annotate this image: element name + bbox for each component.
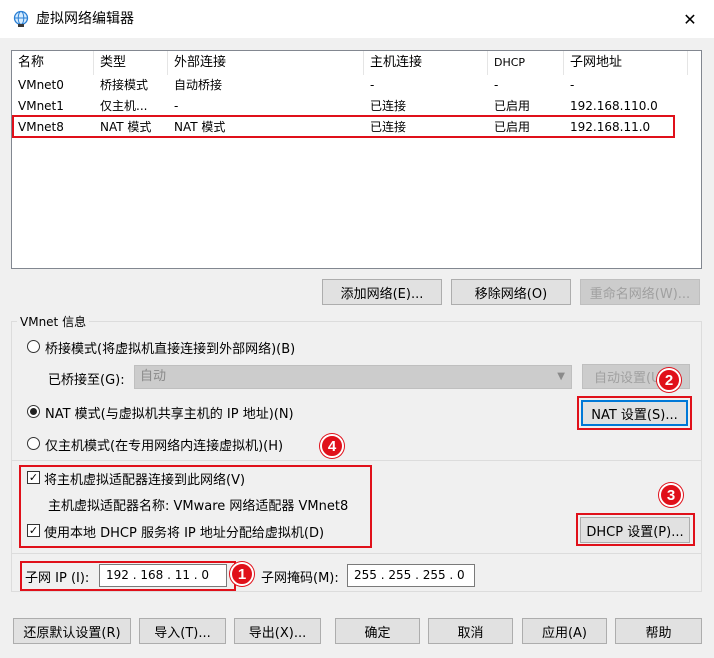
column-header-host[interactable]: 主机连接 <box>364 51 488 75</box>
cell-type: 仅主机... <box>100 99 148 113</box>
cell-external: 自动桥接 <box>174 78 223 92</box>
rename-network-button[interactable]: 重命名网络(W)... <box>580 279 700 305</box>
cell-dhcp: - <box>494 78 499 92</box>
nat-settings-button[interactable]: NAT 设置(S)... <box>581 400 688 426</box>
cell-host: - <box>370 78 375 92</box>
check-icon: ✓ <box>28 524 39 537</box>
column-header-subnet[interactable]: 子网地址 <box>564 51 688 75</box>
restore-defaults-button[interactable]: 还原默认设置(R) <box>13 618 131 644</box>
check-icon: ✓ <box>28 471 39 484</box>
host-only-label: 仅主机模式(在专用网络内连接虚拟机)(H) <box>45 439 284 454</box>
dhcp-label: 使用本地 DHCP 服务将 IP 地址分配给虚拟机(D) <box>44 526 325 541</box>
column-header-external[interactable]: 外部连接 <box>168 51 364 75</box>
group-label: VMnet 信息 <box>17 313 90 330</box>
column-header-name[interactable]: 名称 <box>12 51 94 75</box>
callout-badge-3: 3 <box>659 483 683 507</box>
adapter-name-text: 主机虚拟适配器名称: VMware 网络适配器 VMnet8 <box>48 499 349 514</box>
list-header: 名称 类型 外部连接 主机连接 DHCP 子网地址 <box>12 51 701 75</box>
dhcp-settings-button[interactable]: DHCP 设置(P)... <box>580 517 690 543</box>
dhcp-checkbox[interactable]: ✓ <box>27 524 40 537</box>
cell-dhcp: 已启用 <box>494 99 531 113</box>
callout-badge-1: 1 <box>230 562 254 586</box>
column-header-dhcp[interactable]: DHCP <box>488 51 564 75</box>
chevron-down-icon: ▼ <box>557 371 565 382</box>
host-only-radio[interactable] <box>27 437 40 450</box>
export-button[interactable]: 导出(X)... <box>234 618 321 644</box>
connect-adapter-checkbox[interactable]: ✓ <box>27 471 40 484</box>
column-header-type[interactable]: 类型 <box>94 51 168 75</box>
cell-subnet: 192.168.110.0 <box>570 99 658 113</box>
remove-network-button[interactable]: 移除网络(O) <box>451 279 571 305</box>
callout-badge-4: 4 <box>320 434 344 458</box>
cell-dhcp: 已启用 <box>494 120 531 134</box>
close-icon: ✕ <box>683 9 697 29</box>
bridged-mode-label: 桥接模式(将虚拟机直接连接到外部网络)(B) <box>45 342 296 357</box>
subnet-mask-label: 子网掩码(M): <box>261 571 339 586</box>
cell-name: VMnet0 <box>18 78 64 92</box>
cell-host: 已连接 <box>370 120 407 134</box>
cell-subnet: 192.168.11.0 <box>570 120 651 134</box>
close-button[interactable]: ✕ <box>670 4 710 34</box>
divider <box>11 460 702 461</box>
cell-name: VMnet8 <box>18 120 64 134</box>
vmnet-info-group <box>11 321 702 592</box>
cell-type: NAT 模式 <box>100 120 152 134</box>
table-row[interactable]: VMnet1 仅主机... - 已连接 已启用 192.168.110.0 <box>12 96 701 117</box>
cell-name: VMnet1 <box>18 99 64 113</box>
help-button[interactable]: 帮助 <box>615 618 702 644</box>
apply-button[interactable]: 应用(A) <box>522 618 607 644</box>
import-button[interactable]: 导入(T)... <box>139 618 226 644</box>
bridged-to-value: 自动 <box>140 369 167 384</box>
bridged-to-select[interactable]: 自动 ▼ <box>134 365 572 389</box>
table-row[interactable]: VMnet0 桥接模式 自动桥接 - - - <box>12 75 701 96</box>
nat-mode-radio[interactable] <box>27 405 40 418</box>
cell-host: 已连接 <box>370 99 407 113</box>
cell-external: - <box>174 99 179 113</box>
subnet-mask-input[interactable]: 255 . 255 . 255 . 0 <box>347 564 475 587</box>
cancel-button[interactable]: 取消 <box>428 618 513 644</box>
network-list[interactable]: 名称 类型 外部连接 主机连接 DHCP 子网地址 VMnet0 桥接模式 自动… <box>11 50 702 269</box>
ok-button[interactable]: 确定 <box>335 618 420 644</box>
subnet-ip-label: 子网 IP (I): <box>25 571 90 586</box>
add-network-button[interactable]: 添加网络(E)... <box>322 279 442 305</box>
connect-adapter-label: 将主机虚拟适配器连接到此网络(V) <box>44 473 246 488</box>
nat-mode-label: NAT 模式(与虚拟机共享主机的 IP 地址)(N) <box>45 407 294 422</box>
callout-badge-2: 2 <box>657 368 681 392</box>
cell-subnet: - <box>570 78 575 92</box>
divider <box>11 553 702 554</box>
globe-network-icon <box>12 10 30 28</box>
window-title: 虚拟网络编辑器 <box>36 11 134 27</box>
subnet-ip-input[interactable]: 192 . 168 . 11 . 0 <box>99 564 227 587</box>
bridged-to-label: 已桥接至(G): <box>48 373 125 388</box>
bridged-mode-radio[interactable] <box>27 340 40 353</box>
table-row-selected[interactable]: VMnet8 NAT 模式 NAT 模式 已连接 已启用 192.168.11.… <box>12 117 701 138</box>
cell-type: 桥接模式 <box>100 78 149 92</box>
cell-external: NAT 模式 <box>174 120 226 134</box>
